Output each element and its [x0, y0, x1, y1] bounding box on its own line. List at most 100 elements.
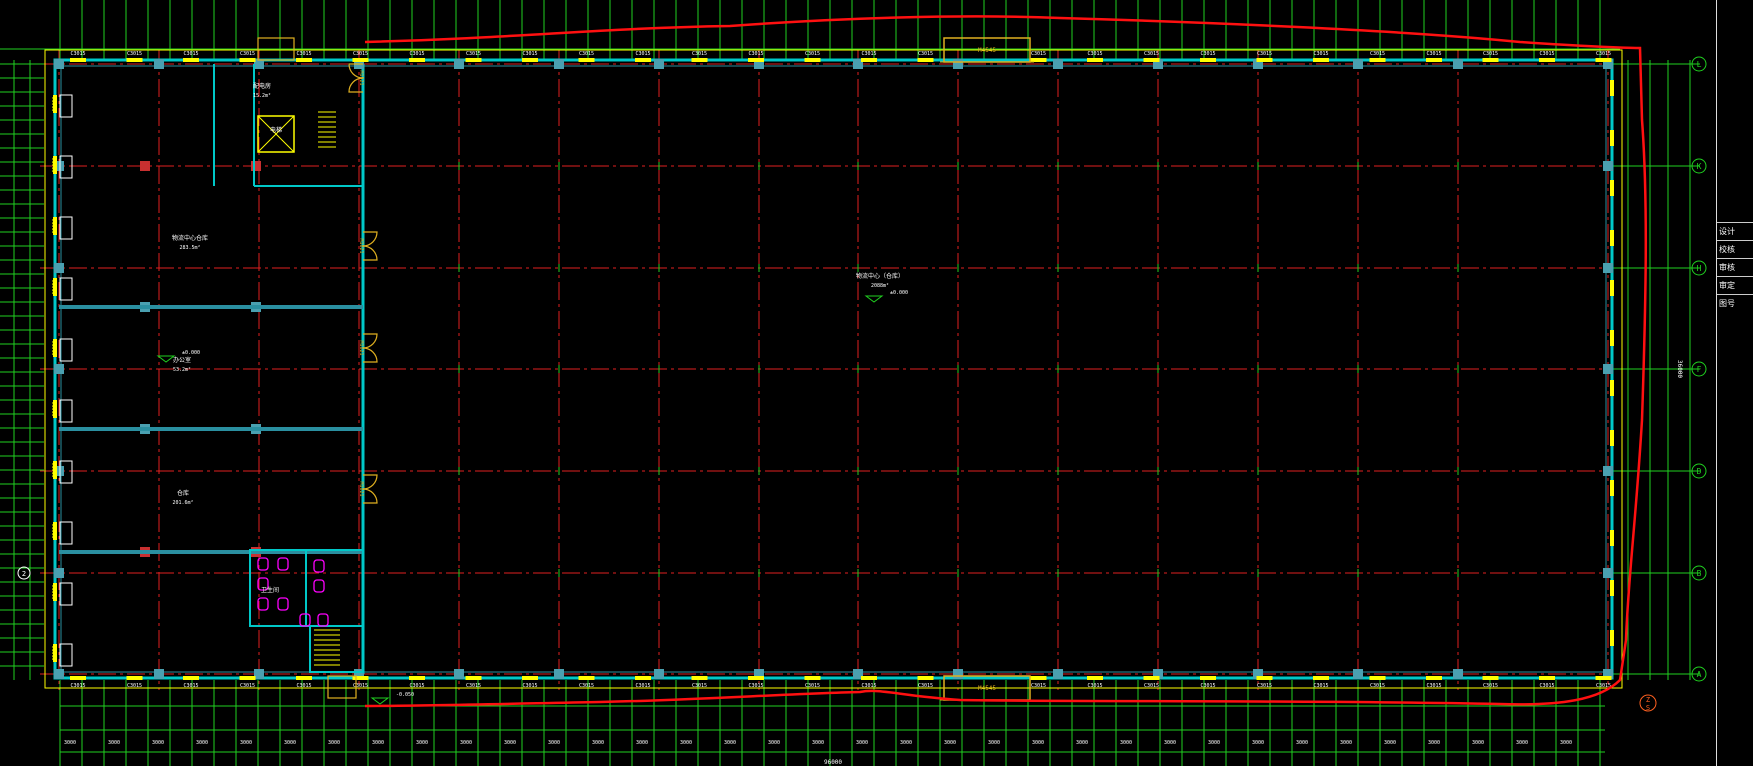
dim-value: 3000: [548, 740, 560, 746]
window-label: C3015: [353, 683, 368, 689]
level-triangle: [156, 355, 176, 363]
window-label: C1515: [50, 401, 56, 416]
window: [1087, 676, 1103, 680]
dim-value: 3000: [636, 740, 648, 746]
column: [1603, 263, 1613, 273]
room-area: 53.2m²: [173, 367, 191, 373]
toilet-fixture: [317, 613, 329, 627]
room-name: 卫生间: [261, 586, 279, 594]
window: [861, 676, 877, 680]
dim-value: 3000: [416, 740, 428, 746]
dim-total-right: 36000: [1676, 360, 1683, 378]
door-label: M1021: [358, 481, 364, 496]
window: [1610, 530, 1614, 546]
axis-bubble-label: K: [1697, 162, 1702, 171]
marker-label: S: [1646, 704, 1650, 712]
window-label: C3015: [1031, 51, 1046, 57]
dim-value: 3000: [680, 740, 692, 746]
window: [1030, 676, 1047, 680]
toilet-fixture: [277, 557, 289, 571]
window-label: C3015: [1596, 51, 1611, 57]
dim-value: 3000: [900, 740, 912, 746]
window-label: C1515: [50, 584, 56, 599]
window: [1610, 480, 1614, 496]
window-label: C3015: [579, 51, 594, 57]
column: [654, 669, 664, 679]
window: [1030, 58, 1047, 62]
dim-value: 3000: [856, 740, 868, 746]
window-label: C3015: [466, 51, 481, 57]
window-label: C1515: [50, 96, 56, 111]
dim-value: 3000: [1252, 740, 1264, 746]
column: [953, 669, 963, 679]
marker-label: Z: [1646, 696, 1650, 704]
window-label: C3015: [1087, 51, 1102, 57]
window-label: C3015: [635, 51, 650, 57]
dim-value: 3000: [504, 740, 516, 746]
dim-total-bottom: 96000: [824, 759, 842, 766]
window: [1426, 58, 1442, 62]
door-label: M1521: [358, 70, 364, 85]
room-name: 电梯: [270, 126, 282, 134]
window-label: C3015: [861, 51, 876, 57]
window: [1539, 58, 1555, 62]
window: [70, 676, 86, 680]
window-label: C3015: [522, 51, 537, 57]
window-label: C1515: [50, 157, 56, 172]
window: [70, 58, 86, 62]
column: [54, 263, 64, 273]
column: [54, 59, 64, 69]
window: [1087, 58, 1103, 62]
column: [454, 669, 464, 679]
window: [1256, 676, 1273, 680]
dim-value: 3000: [812, 740, 824, 746]
dim-value: 3000: [196, 740, 208, 746]
column: [54, 364, 64, 374]
window-label: C3015: [692, 683, 707, 689]
window-label: C1515: [50, 523, 56, 538]
window-label: C1515: [50, 340, 56, 355]
dim-value: 3000: [460, 740, 472, 746]
window: [183, 58, 199, 62]
toilet-fixture: [313, 559, 325, 573]
door-swing: [362, 474, 378, 490]
window: [522, 676, 538, 680]
column: [54, 568, 64, 578]
room-partitions: [59, 64, 364, 673]
dim-value: 3000: [1340, 740, 1352, 746]
room-name: 物流中心（仓库）: [856, 272, 904, 280]
window: [239, 58, 256, 62]
title-block: 设计 校核 审核 审定 图号: [1716, 0, 1753, 766]
window-label: C1515: [50, 218, 56, 233]
dim-value: 3000: [1560, 740, 1572, 746]
window-box: [59, 277, 73, 301]
window-label: C3015: [409, 51, 424, 57]
window: [691, 676, 708, 680]
window: [1482, 676, 1499, 680]
window: [917, 676, 934, 680]
dim-value: 3000: [1164, 740, 1176, 746]
window-label: C3015: [805, 683, 820, 689]
window: [1143, 676, 1160, 680]
dim-value: 3000: [152, 740, 164, 746]
window-label: C3015: [70, 51, 85, 57]
column: [1453, 59, 1463, 69]
window-label: C3015: [1539, 51, 1554, 57]
room-area: 2088m²: [871, 283, 889, 289]
window: [748, 58, 764, 62]
window-label: C3015: [183, 51, 198, 57]
column: [54, 669, 64, 679]
window-label: C1515: [50, 279, 56, 294]
door-label: M1021: [358, 340, 364, 355]
dim-value: 3000: [1032, 740, 1044, 746]
revision-cloud: [364, 15, 1648, 708]
window-label: C3015: [861, 683, 876, 689]
window: [1482, 58, 1499, 62]
window-label: C3015: [1200, 683, 1215, 689]
window: [1610, 80, 1614, 96]
window-label: C3015: [1426, 51, 1441, 57]
window-label: C3015: [1257, 683, 1272, 689]
axis-bubble-label: H: [1697, 264, 1702, 273]
window: [183, 676, 199, 680]
window-box: [59, 94, 73, 118]
